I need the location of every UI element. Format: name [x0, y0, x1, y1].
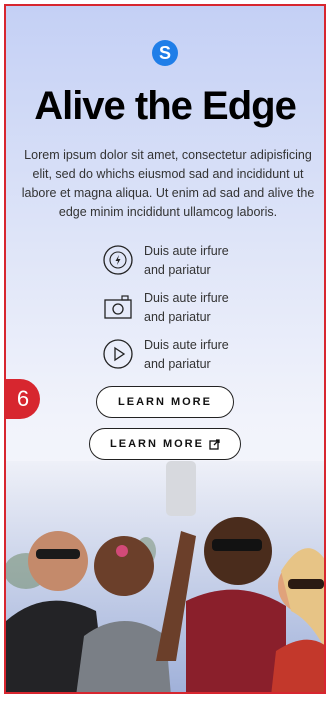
feature-line2: and pariatur [144, 357, 211, 371]
feature-item: Duis aute irfure and pariatur [102, 289, 302, 336]
learn-more-external-button[interactable]: LEARN MORE [89, 428, 241, 460]
feature-line1: Duis aute irfure [144, 244, 229, 258]
learn-more-label: LEARN MORE [118, 396, 212, 408]
power-icon [103, 245, 133, 275]
description-text: Lorem ipsum dolor sit amet, consectetur … [21, 148, 315, 219]
learn-more-external-label: LEARN MORE [110, 438, 204, 450]
hero-photo [6, 461, 324, 692]
feature-list: Duis aute irfure and pariatur Duis aute … [102, 242, 302, 383]
step-badge: 6 [6, 379, 40, 419]
feature-line1: Duis aute irfure [144, 291, 229, 305]
feature-item: Duis aute irfure and pariatur [102, 242, 302, 289]
camera-icon [104, 295, 132, 319]
external-link-icon [209, 438, 220, 450]
learn-more-button[interactable]: LEARN MORE [96, 386, 234, 418]
feature-line2: and pariatur [144, 310, 211, 324]
promo-card: S Alive the Edge Lorem ipsum dolor sit a… [4, 4, 326, 694]
brand-logo: S [152, 40, 178, 66]
feature-item: Duis aute irfure and pariatur [102, 336, 302, 383]
feature-line2: and pariatur [144, 263, 211, 277]
play-icon [103, 339, 133, 369]
feature-line1: Duis aute irfure [144, 338, 229, 352]
page-title: Alive the Edge [34, 84, 297, 128]
